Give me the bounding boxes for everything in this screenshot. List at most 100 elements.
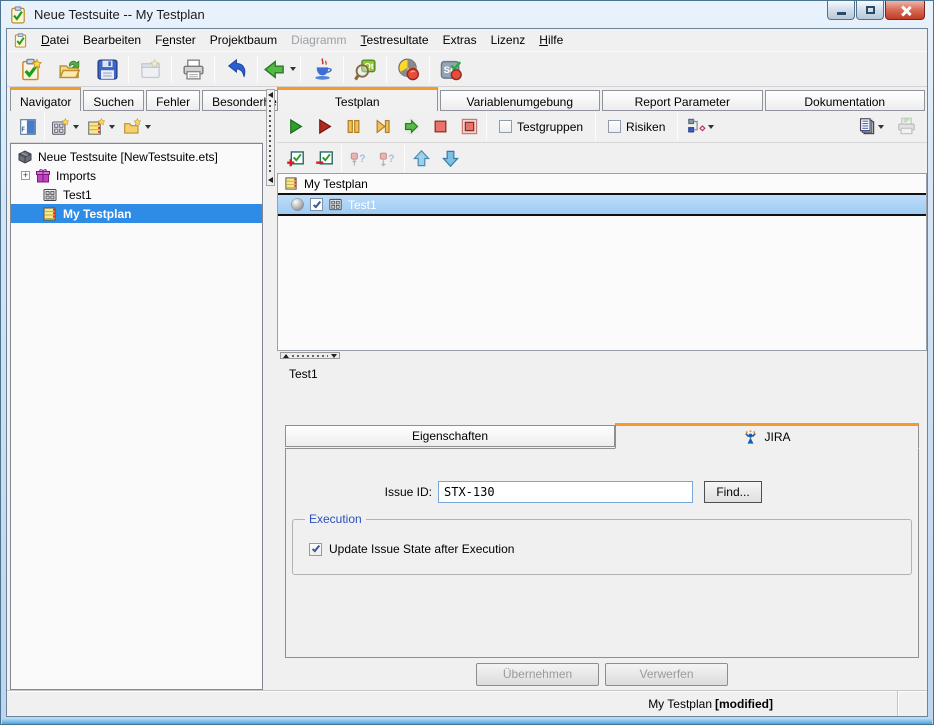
jira-panel: Issue ID: Find... Execution Update Issue… <box>285 448 919 658</box>
maximize-icon <box>866 6 875 14</box>
window-menu-icon[interactable] <box>13 33 28 48</box>
detail-splitter-handle[interactable] <box>280 352 340 359</box>
close-button[interactable] <box>885 1 925 20</box>
node-options-icon <box>687 117 706 136</box>
titlebar[interactable]: Neue Testsuite -- My Testplan <box>1 1 933 28</box>
run-debug-icon <box>315 117 334 136</box>
navigator-tree: Neue Testsuite [NewTestsuite.ets] + Impo… <box>10 143 263 690</box>
statusbar-section <box>897 691 927 716</box>
tab-suchen[interactable]: Suchen <box>83 90 144 111</box>
chevron-down-icon <box>73 125 79 129</box>
checkbox-unchecked[interactable] <box>499 120 512 133</box>
run-button[interactable] <box>281 114 310 140</box>
statusbar: My Testplan[modified] <box>7 690 927 716</box>
save-button[interactable] <box>88 54 126 84</box>
test-coverage-button[interactable] <box>389 54 427 84</box>
tree-item-my-testplan[interactable]: My Testplan <box>11 204 262 223</box>
find-button[interactable]: Find... <box>704 481 762 503</box>
print-icon <box>182 58 205 81</box>
tree-item-test1[interactable]: Test1 <box>11 185 262 204</box>
toolbar-separator <box>214 56 215 83</box>
terminate-button[interactable] <box>455 114 484 140</box>
menu-lizenz[interactable]: Lizenz <box>484 30 533 50</box>
step-button[interactable] <box>368 114 397 140</box>
unknown-state-up-button[interactable]: ? <box>344 145 373 171</box>
move-down-button[interactable] <box>436 145 465 171</box>
apply-button[interactable]: Übernehmen <box>476 663 599 686</box>
risiken-checkbox[interactable]: Risiken <box>598 120 675 134</box>
tab-fehler[interactable]: Fehler <box>146 90 200 111</box>
testgruppen-checkbox[interactable]: Testgruppen <box>489 120 593 134</box>
splitter-collapse-handle[interactable] <box>266 89 275 186</box>
resume-button[interactable] <box>397 114 426 140</box>
menu-hilfe[interactable]: Hilfe <box>532 30 570 50</box>
minimize-button[interactable] <box>827 1 855 20</box>
pause-button[interactable] <box>339 114 368 140</box>
tree-item-imports[interactable]: + Imports <box>11 166 262 185</box>
checkbox-checked[interactable] <box>310 198 323 211</box>
menu-projektbaum[interactable]: Projektbaum <box>203 30 284 50</box>
issue-id-input[interactable] <box>438 481 693 503</box>
expand-icon[interactable]: + <box>21 171 30 180</box>
testplan-tree: My Testplan Test1 <box>277 173 927 351</box>
qt-inspector-button[interactable]: Qt <box>346 54 384 84</box>
discard-button[interactable]: Verwerfen <box>605 663 728 686</box>
save-icon <box>96 58 119 81</box>
splitter-dots <box>269 100 271 175</box>
tab-variablenumgebung[interactable]: Variablenumgebung <box>440 90 601 111</box>
undo-button[interactable] <box>217 54 255 84</box>
pause-icon <box>344 117 363 136</box>
navigator-tab-bar: Navigator Suchen Fehler Besonderheiten <box>10 87 263 111</box>
print-report-button[interactable] <box>892 114 921 140</box>
show-panel-button[interactable] <box>14 114 42 140</box>
detail-tab-bar: Eigenschaften JIRA <box>285 422 919 448</box>
show-panel-icon <box>18 118 38 136</box>
open-testsuite-button[interactable] <box>50 54 88 84</box>
menu-fenster[interactable]: Fenster <box>148 30 203 50</box>
print-button[interactable] <box>174 54 212 84</box>
new-window-button[interactable] <box>131 54 169 84</box>
stop-button[interactable] <box>426 114 455 140</box>
toolbar-separator <box>128 56 129 83</box>
selenium-button[interactable]: Se <box>432 54 470 84</box>
detail-splitter[interactable] <box>277 351 927 360</box>
testplan-root-row[interactable]: My Testplan <box>278 174 926 193</box>
menu-testresultate[interactable]: Testresultate <box>354 30 436 50</box>
testcase-grid-icon <box>42 187 58 203</box>
java-console-button[interactable] <box>303 54 341 84</box>
tab-dokumentation[interactable]: Dokumentation <box>765 90 926 111</box>
unknown-state-down-button[interactable]: ? <box>373 145 402 171</box>
remove-test-icon <box>315 149 334 168</box>
update-issue-state-checkbox[interactable]: Update Issue State after Execution <box>309 542 911 556</box>
remove-test-button[interactable] <box>310 145 339 171</box>
report-pages-button[interactable] <box>848 114 892 140</box>
new-folder-button[interactable] <box>119 114 155 140</box>
checkbox-checked[interactable] <box>309 543 322 556</box>
maximize-button[interactable] <box>856 1 884 20</box>
step-icon <box>373 117 392 136</box>
tree-item-testsuite[interactable]: Neue Testsuite [NewTestsuite.ets] <box>11 147 262 166</box>
checkbox-unchecked[interactable] <box>608 120 621 133</box>
main-toolbar: Qt Se <box>7 51 927 87</box>
run-debug-button[interactable] <box>310 114 339 140</box>
add-test-button[interactable] <box>281 145 310 171</box>
toolbar-separator <box>429 56 430 83</box>
node-options-button[interactable] <box>680 114 720 140</box>
tab-eigenschaften[interactable]: Eigenschaften <box>285 425 615 447</box>
menu-datei[interactable]: Datei <box>34 30 76 50</box>
new-testcase-button[interactable] <box>47 114 83 140</box>
tab-report-parameter[interactable]: Report Parameter <box>602 90 763 111</box>
app-icon <box>9 6 27 24</box>
menu-extras[interactable]: Extras <box>436 30 484 50</box>
tab-testplan[interactable]: Testplan <box>277 87 438 111</box>
testplan-child-row[interactable]: Test1 <box>278 193 926 216</box>
navigate-back-button[interactable] <box>260 54 298 84</box>
new-testplan-button[interactable] <box>83 114 119 140</box>
tab-navigator[interactable]: Navigator <box>10 87 81 111</box>
panel-splitter[interactable] <box>263 87 277 690</box>
menu-bearbeiten[interactable]: Bearbeiten <box>76 30 148 50</box>
move-up-button[interactable] <box>407 145 436 171</box>
new-testsuite-button[interactable] <box>12 54 50 84</box>
tab-jira[interactable]: JIRA <box>615 423 919 449</box>
navigator-panel: Navigator Suchen Fehler Besonderheiten N… <box>7 87 263 690</box>
